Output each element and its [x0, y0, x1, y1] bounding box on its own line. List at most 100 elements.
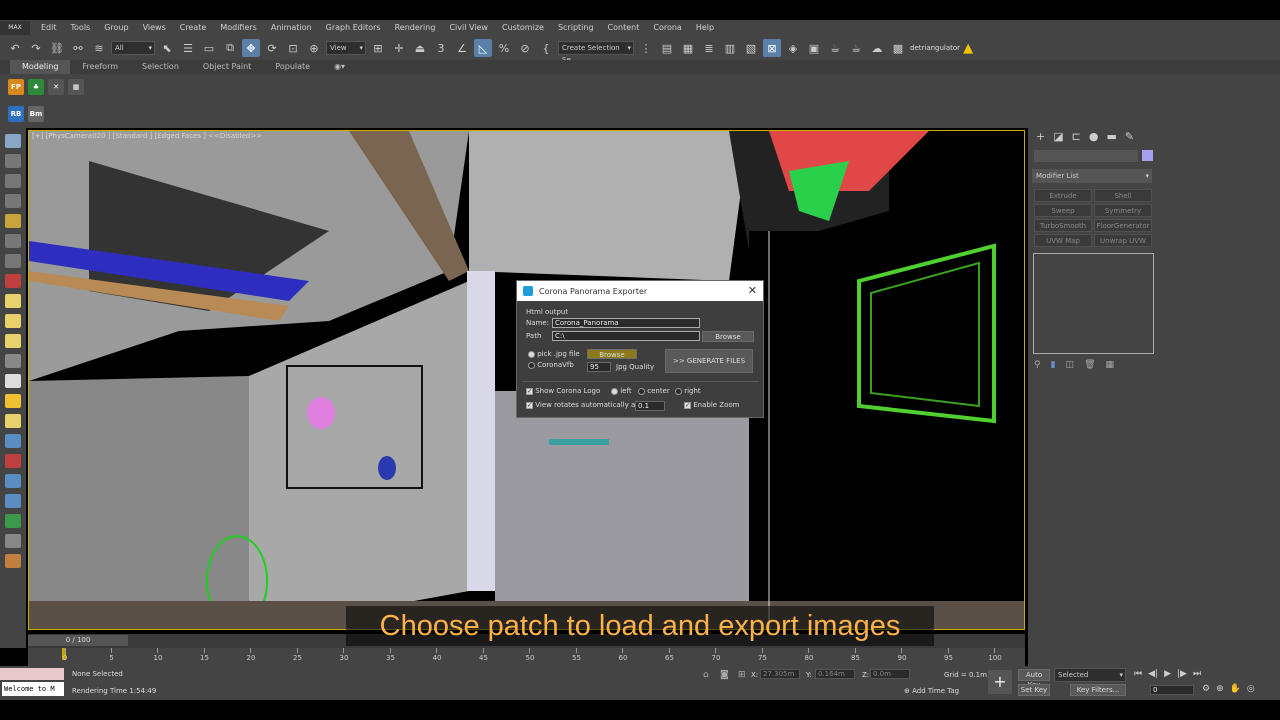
browse-jpg-button[interactable]: Browse: [587, 349, 637, 359]
named-selection-dropdown[interactable]: Create Selection Se: [558, 41, 634, 64]
light-tool-icon[interactable]: [5, 214, 21, 228]
remove-modifier-icon[interactable]: 🗑: [1084, 360, 1095, 370]
keyboard-shortcut-icon[interactable]: ⏏: [411, 39, 429, 57]
auto-key-button[interactable]: Auto Key: [1018, 669, 1050, 689]
pan-icon[interactable]: ✋: [1230, 684, 1241, 694]
dialog-titlebar[interactable]: Corona Panorama Exporter ✕: [517, 281, 763, 301]
symmetry-button[interactable]: Symmetry: [1094, 204, 1152, 217]
hierarchy-tab-icon[interactable]: ⊏: [1072, 130, 1081, 143]
enable-zoom-checkbox[interactable]: ✓: [684, 401, 691, 409]
curve-editor-icon[interactable]: ▥: [721, 39, 739, 57]
maxscript-listener[interactable]: Welcome to M: [2, 682, 64, 696]
viewport-label[interactable]: [+] [PhysCamera020 ] [Standard ] [Edged …: [32, 132, 262, 140]
pin-stack-icon[interactable]: ⚲: [1034, 360, 1041, 370]
grass-tool-icon[interactable]: [5, 514, 21, 528]
angle-snap-icon[interactable]: ∠: [453, 39, 471, 57]
z-coord-field[interactable]: 0.0m: [870, 669, 910, 679]
add-time-tag-label[interactable]: Add Time Tag: [912, 687, 959, 695]
time-slider-thumb[interactable]: 0 / 100: [28, 635, 128, 646]
time-tag-icon[interactable]: ⊕: [904, 687, 912, 695]
tab-freeform[interactable]: Freeform: [70, 60, 130, 74]
view-rotates-checkbox[interactable]: ✓: [526, 401, 533, 409]
placement-icon[interactable]: ⊕: [305, 39, 323, 57]
layer-explorer-icon[interactable]: ▦: [679, 39, 697, 57]
move-icon[interactable]: ✥: [242, 39, 260, 57]
reference-coord-dropdown[interactable]: View: [326, 41, 366, 55]
create-tab-icon[interactable]: +: [1036, 130, 1045, 143]
rect-selection-icon[interactable]: ▭: [200, 39, 218, 57]
redo-icon[interactable]: ↷: [27, 39, 45, 57]
snaps-toggle-icon[interactable]: 3: [432, 39, 450, 57]
render-setup-icon[interactable]: ◈: [784, 39, 802, 57]
schematic-view-icon[interactable]: ▧: [742, 39, 760, 57]
camera-tool-icon[interactable]: [5, 134, 21, 148]
jpg-quality-spinner[interactable]: 95: [587, 362, 611, 372]
menu-tools[interactable]: Tools: [64, 20, 98, 36]
hair-tool-icon[interactable]: [5, 534, 21, 548]
logo-center-radio[interactable]: [638, 387, 645, 395]
material-editor-icon[interactable]: ⊠: [763, 39, 781, 57]
render-tool-icon[interactable]: [5, 274, 21, 288]
rendered-frame-icon[interactable]: ▣: [805, 39, 823, 57]
plugin-label[interactable]: detriangulator: [910, 44, 960, 52]
pick-jpg-radio[interactable]: [528, 350, 535, 358]
spinner-snap-icon[interactable]: %: [495, 39, 513, 57]
menu-graph-editors[interactable]: Graph Editors: [319, 20, 388, 36]
lamp-tool-icon[interactable]: [5, 354, 21, 368]
edit-named-sets-icon[interactable]: ⊘: [516, 39, 534, 57]
select-object-icon[interactable]: ⬉: [158, 39, 176, 57]
tab-populate[interactable]: Populate: [263, 60, 322, 74]
forest-pack-icon[interactable]: FP: [8, 79, 24, 95]
make-unique-icon[interactable]: ◫: [1066, 360, 1075, 370]
link-icon[interactable]: ⛓: [48, 39, 66, 57]
bind-spacewarp-icon[interactable]: ≋: [90, 39, 108, 57]
y-coord-field[interactable]: 0.164m: [815, 669, 855, 679]
set-key-button[interactable]: Set Key: [1018, 684, 1050, 696]
menu-content[interactable]: Content: [601, 20, 647, 36]
menu-views[interactable]: Views: [136, 20, 173, 36]
menu-modifiers[interactable]: Modifiers: [213, 20, 264, 36]
key-filters-button[interactable]: Key Filters...: [1070, 684, 1126, 696]
turbosmooth-button[interactable]: TurboSmooth: [1034, 219, 1092, 232]
bend-tool-icon[interactable]: [5, 454, 21, 468]
x-coord-field[interactable]: 27.305m: [760, 669, 800, 679]
toggle-ribbon-icon[interactable]: ≣: [700, 39, 718, 57]
set-key-big-button[interactable]: +: [988, 670, 1012, 694]
zoom-icon[interactable]: ⊕: [1216, 684, 1224, 694]
menu-create[interactable]: Create: [173, 20, 214, 36]
modify-tab-icon[interactable]: ◪: [1053, 130, 1063, 143]
array-tool-icon[interactable]: [5, 194, 21, 208]
plane-tool-icon[interactable]: [5, 294, 21, 308]
percent-snap-icon[interactable]: ◺: [474, 39, 492, 57]
texture-tool-icon[interactable]: [5, 554, 21, 568]
show-logo-checkbox[interactable]: ✓: [526, 387, 533, 395]
next-frame-icon[interactable]: |▶: [1177, 669, 1187, 679]
key-set-dropdown[interactable]: Selected: [1054, 668, 1126, 682]
utilities-tab-icon[interactable]: ✎: [1125, 130, 1134, 143]
select-manipulate-icon[interactable]: ✛: [390, 39, 408, 57]
floorgenerator-button[interactable]: FloorGenerator: [1094, 219, 1152, 232]
select-by-name-icon[interactable]: ☰: [179, 39, 197, 57]
logo-left-radio[interactable]: [611, 387, 618, 395]
app-logo[interactable]: MAX: [0, 21, 30, 35]
render-iterative-icon[interactable]: ☕: [847, 39, 865, 57]
scatter-tool-icon[interactable]: [5, 434, 21, 448]
sweep-button[interactable]: Sweep: [1034, 204, 1092, 217]
panel-tool-icon[interactable]: [5, 174, 21, 188]
named-selection-icon[interactable]: {: [537, 39, 555, 57]
pivot-icon[interactable]: ⊞: [369, 39, 387, 57]
current-frame-field[interactable]: 0: [1150, 685, 1194, 695]
object-color-swatch[interactable]: [1142, 150, 1153, 161]
orbit-icon[interactable]: ◎: [1247, 684, 1255, 694]
motion-tab-icon[interactable]: ●: [1089, 130, 1099, 143]
selection-filter-dropdown[interactable]: All: [111, 41, 155, 55]
bm-button[interactable]: Bm: [28, 106, 44, 122]
scale-icon[interactable]: ⊡: [284, 39, 302, 57]
close-icon[interactable]: ✕: [748, 284, 757, 297]
browse-path-button[interactable]: Browse: [702, 331, 754, 342]
coronavfb-radio[interactable]: [528, 361, 535, 369]
window-crossing-icon[interactable]: ⧉: [221, 39, 239, 57]
unlink-icon[interactable]: ⚯: [69, 39, 87, 57]
omni-tool-icon[interactable]: [5, 414, 21, 428]
mesh-tool-icon[interactable]: [5, 474, 21, 488]
